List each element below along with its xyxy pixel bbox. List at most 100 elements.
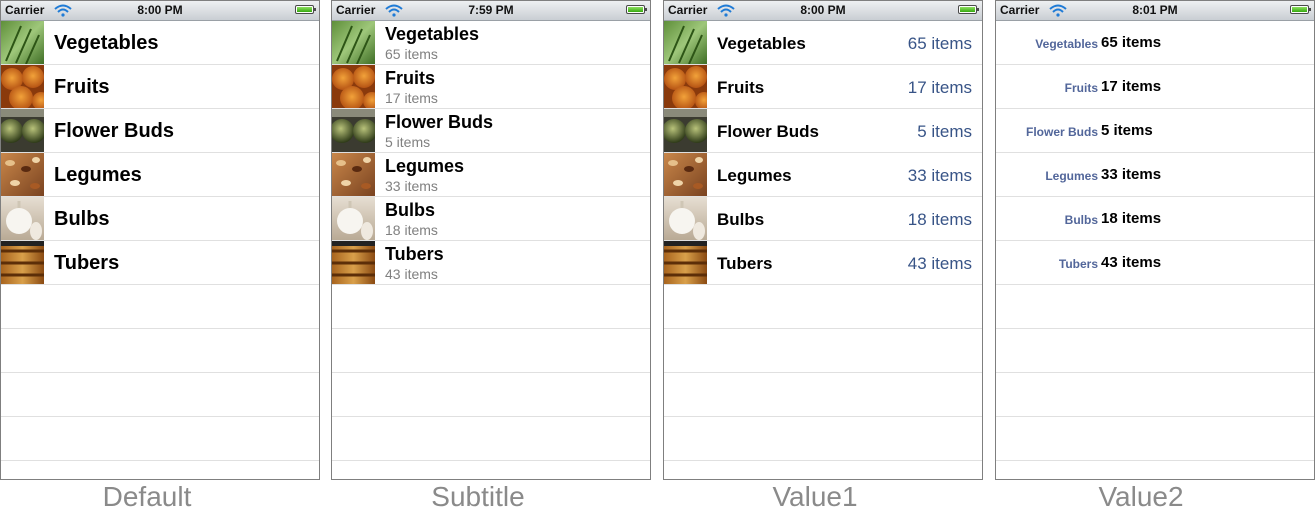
- cell-subtitle: 33 items: [385, 178, 438, 194]
- table-row[interactable]: Bulbs 18 items: [332, 197, 650, 241]
- cell-subtitle: 65 items: [385, 46, 438, 62]
- cell-subtitle: 17 items: [385, 90, 438, 106]
- screen-subtitle: Carrier 7:59 PM Vegetables 65 items Frui…: [331, 0, 651, 480]
- cell-title: Tubers: [717, 254, 773, 273]
- cell-value: 5 items: [1101, 122, 1153, 139]
- status-bar: Carrier 8:00 PM: [1, 1, 319, 21]
- style-caption: Value1: [772, 481, 858, 512]
- table-row[interactable]: Legumes 33 items: [332, 153, 650, 197]
- status-time: 7:59 PM: [468, 3, 514, 17]
- table-row[interactable]: Vegetables 65 items: [332, 21, 650, 65]
- cell-label: Fruits: [1064, 81, 1098, 95]
- cell-title: Bulbs: [717, 210, 765, 229]
- fruits-photo: [332, 65, 375, 108]
- table-row[interactable]: Vegetables 65 items: [664, 21, 982, 65]
- table-row[interactable]: Tubers 43 items: [332, 241, 650, 285]
- status-bar: Carrier 8:00 PM: [664, 1, 982, 21]
- table-view[interactable]: Vegetables 65 items Fruits 17 items Flow…: [996, 21, 1314, 479]
- cell-title: Vegetables: [717, 34, 806, 53]
- table-view[interactable]: Vegetables 65 items Fruits 17 items Flow…: [664, 21, 982, 479]
- table-row[interactable]: Fruits 17 items: [996, 65, 1314, 109]
- cell-title: Legumes: [717, 166, 792, 185]
- empty-row: [332, 373, 650, 417]
- cell-title: Fruits: [54, 76, 110, 98]
- cell-title: Bulbs: [385, 200, 436, 220]
- tubers-photo: [664, 241, 707, 284]
- cell-detail: 17 items: [907, 78, 972, 97]
- table-row[interactable]: Fruits: [1, 65, 319, 109]
- cell-title: Flower Buds: [54, 120, 175, 142]
- fruits-photo: [664, 65, 707, 108]
- cell-detail: 43 items: [907, 254, 972, 273]
- table-row[interactable]: Tubers 43 items: [996, 241, 1314, 285]
- flower-buds-photo: [332, 109, 375, 152]
- empty-row: [664, 285, 982, 329]
- vegetables-photo: [664, 21, 707, 64]
- status-time: 8:01 PM: [1132, 3, 1178, 17]
- cell-title: Flower Buds: [385, 112, 494, 132]
- battery-icon: [626, 5, 647, 14]
- empty-row: [996, 373, 1314, 417]
- battery-icon: [1290, 5, 1311, 14]
- cell-label: Legumes: [1045, 169, 1098, 183]
- bulbs-photo: [332, 197, 375, 240]
- cell-title: Flower Buds: [717, 122, 820, 141]
- table-row[interactable]: Flower Buds: [1, 109, 319, 153]
- table-row[interactable]: Flower Buds 5 items: [996, 109, 1314, 153]
- table-view[interactable]: Vegetables Fruits Flower Buds Legumes Bu…: [1, 21, 319, 479]
- table-row[interactable]: Legumes: [1, 153, 319, 197]
- cell-detail: 18 items: [907, 210, 972, 229]
- style-caption: Value2: [1098, 481, 1184, 512]
- empty-row: [332, 329, 650, 373]
- cell-value: 33 items: [1101, 166, 1162, 183]
- empty-row: [996, 285, 1314, 329]
- vegetables-photo: [1, 21, 44, 64]
- cell-title: Legumes: [385, 156, 465, 176]
- cell-detail: 65 items: [907, 34, 972, 53]
- table-row[interactable]: Vegetables: [1, 21, 319, 65]
- flower-buds-photo: [1, 109, 44, 152]
- table-row[interactable]: Bulbs 18 items: [664, 197, 982, 241]
- empty-row: [1, 417, 319, 461]
- status-time: 8:00 PM: [800, 3, 846, 17]
- cell-label: Tubers: [1058, 257, 1098, 271]
- table-view[interactable]: Vegetables 65 items Fruits 17 items Flow…: [332, 21, 650, 479]
- status-time: 8:00 PM: [137, 3, 183, 17]
- bulbs-photo: [664, 197, 707, 240]
- table-row[interactable]: Fruits 17 items: [664, 65, 982, 109]
- table-row[interactable]: Tubers 43 items: [664, 241, 982, 285]
- legumes-photo: [664, 153, 707, 196]
- empty-row: [1, 373, 319, 417]
- table-row[interactable]: Bulbs 18 items: [996, 197, 1314, 241]
- cell-title: Vegetables: [385, 24, 480, 44]
- screen-value1: Carrier 8:00 PM Vegetables 65 items Frui…: [663, 0, 983, 480]
- empty-row: [664, 329, 982, 373]
- cell-title: Vegetables: [54, 32, 159, 54]
- table-row[interactable]: Bulbs: [1, 197, 319, 241]
- table-row[interactable]: Legumes 33 items: [664, 153, 982, 197]
- cell-detail: 5 items: [917, 122, 972, 141]
- empty-row: [1, 329, 319, 373]
- cell-title: Bulbs: [54, 208, 110, 230]
- tubers-photo: [1, 241, 44, 284]
- status-bar: Carrier 7:59 PM: [332, 1, 650, 21]
- cell-value: 17 items: [1101, 78, 1162, 95]
- cell-label: Bulbs: [1064, 213, 1098, 227]
- table-row[interactable]: Flower Buds 5 items: [332, 109, 650, 153]
- cell-title: Fruits: [385, 68, 436, 88]
- table-row[interactable]: Tubers: [1, 241, 319, 285]
- empty-row: [664, 417, 982, 461]
- table-row[interactable]: Vegetables 65 items: [996, 21, 1314, 65]
- screen-default: Carrier 8:00 PM Vegetables Fruits Flower…: [0, 0, 320, 480]
- table-row[interactable]: Flower Buds 5 items: [664, 109, 982, 153]
- style-caption: Subtitle: [431, 481, 525, 512]
- cell-subtitle: 43 items: [385, 266, 438, 282]
- table-row[interactable]: Fruits 17 items: [332, 65, 650, 109]
- table-row[interactable]: Legumes 33 items: [996, 153, 1314, 197]
- cell-subtitle: 18 items: [385, 222, 438, 238]
- tubers-photo: [332, 241, 375, 284]
- cell-title: Fruits: [717, 78, 765, 97]
- empty-row: [664, 373, 982, 417]
- bulbs-photo: [1, 197, 44, 240]
- legumes-photo: [332, 153, 375, 196]
